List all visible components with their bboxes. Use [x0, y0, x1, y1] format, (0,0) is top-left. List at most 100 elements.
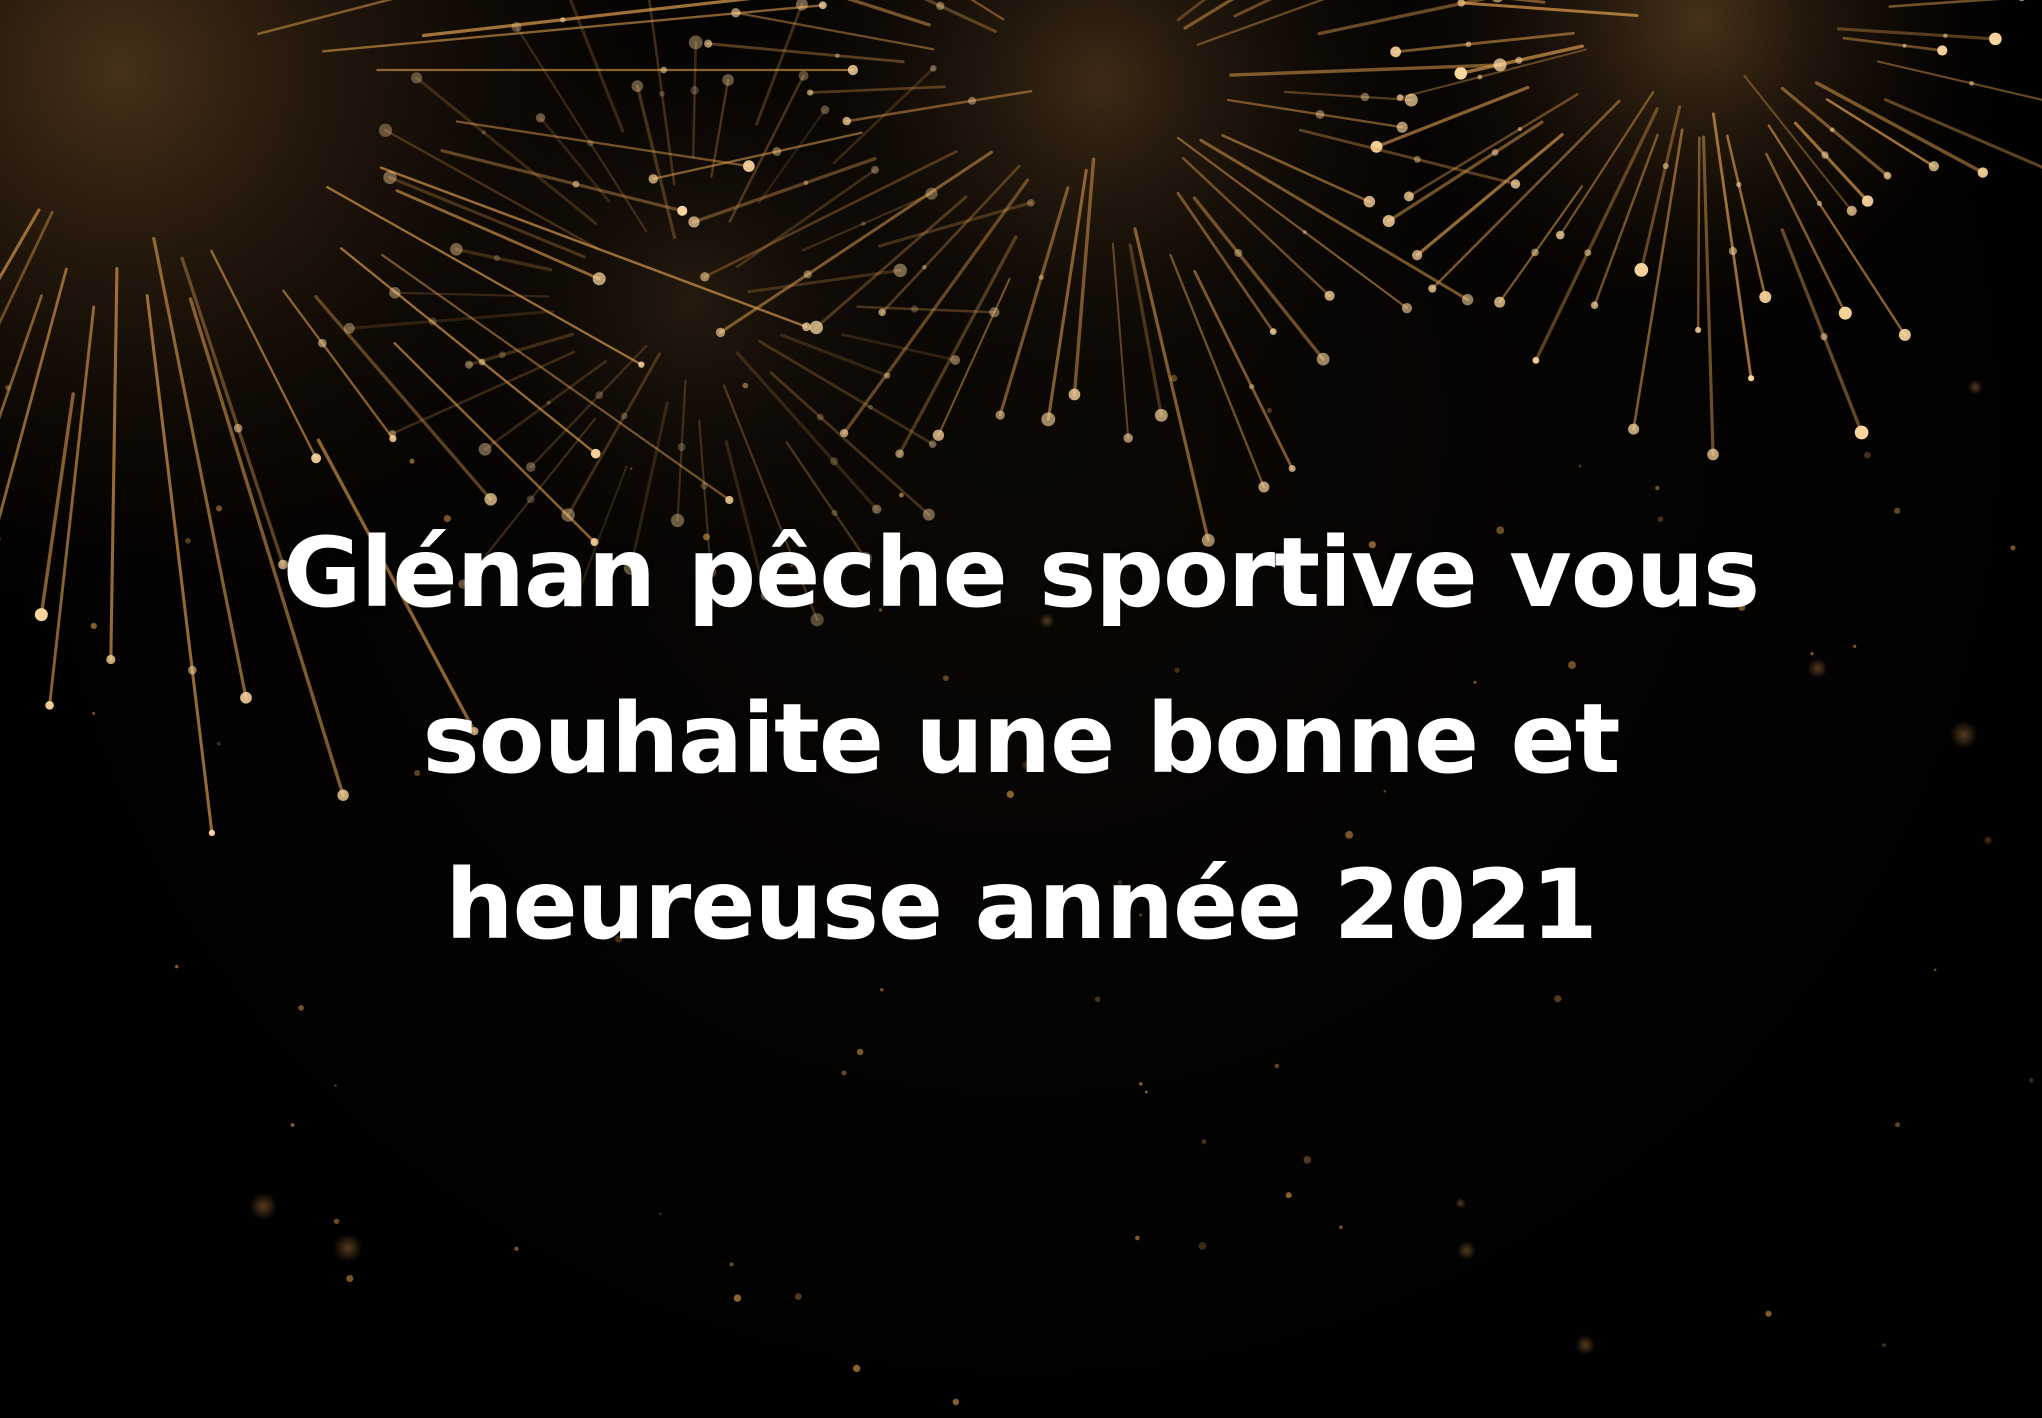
spark-head	[1628, 423, 1640, 435]
spark-dot	[868, 404, 873, 410]
spark-dot	[481, 130, 486, 135]
spark-head	[1396, 121, 1408, 133]
bokeh-dot	[1274, 1063, 1280, 1069]
spark-head	[383, 170, 397, 185]
bokeh-dot	[1139, 1082, 1143, 1086]
spark-dot	[1820, 333, 1828, 341]
spark-head	[631, 80, 644, 92]
bokeh-dot	[346, 1275, 354, 1283]
spark-dot	[1662, 162, 1669, 170]
spark-dot	[1515, 56, 1523, 64]
spark-head	[1989, 32, 2002, 46]
spark-dot	[1465, 41, 1472, 48]
bokeh-dot	[1094, 996, 1101, 1003]
spark-dot	[1584, 249, 1592, 257]
spark-head	[1493, 58, 1507, 72]
spark-dot	[572, 180, 580, 188]
spark-dot	[595, 391, 604, 400]
spark-dot	[830, 457, 839, 466]
bokeh-dot	[1266, 407, 1272, 414]
spark-head	[1454, 66, 1468, 80]
spark-head	[592, 272, 606, 286]
spark-head	[1390, 46, 1402, 58]
bokeh-dot	[1864, 451, 1871, 459]
spark-dot	[546, 400, 551, 405]
spark-head	[525, 462, 536, 472]
greeting-card: Glénan pêche sportive vous souhaite une …	[0, 0, 2042, 1418]
spark-head	[798, 70, 809, 81]
spark-dot	[1728, 246, 1738, 256]
spark-head	[1846, 205, 1857, 216]
spark-head	[1154, 408, 1168, 422]
spark-dot	[499, 351, 506, 359]
spark-head	[688, 35, 703, 50]
spark-dot	[1517, 127, 1523, 132]
spark-head	[388, 429, 397, 438]
spark-dot	[1248, 383, 1255, 390]
spark-head	[930, 65, 937, 72]
spark-dot	[1531, 248, 1539, 257]
burst-glow	[420, 30, 960, 570]
spark-head	[893, 263, 908, 278]
bokeh-dot	[1895, 1122, 1901, 1128]
spark-head	[807, 89, 814, 96]
spark-dot	[660, 66, 668, 74]
spark-head	[1404, 93, 1418, 107]
spark-head	[590, 448, 601, 459]
spark-head	[925, 187, 938, 200]
spark-dot	[816, 413, 824, 421]
spark-dot	[1360, 92, 1370, 102]
spark-head	[820, 105, 830, 115]
bokeh-dot	[733, 1294, 742, 1302]
spark-head	[464, 360, 474, 369]
spark-head	[1123, 433, 1133, 443]
bokeh-dot	[1554, 995, 1562, 1003]
spark-head	[1590, 301, 1599, 309]
greeting-text: Glénan pêche sportive vous souhaite une …	[0, 490, 2042, 988]
bokeh-dot	[514, 1246, 519, 1251]
spark-head	[1510, 179, 1521, 189]
bokeh-dot	[1303, 1156, 1312, 1164]
spark-head	[478, 442, 492, 456]
spark-head	[1363, 195, 1376, 208]
spark-head	[638, 361, 645, 368]
spark-dot	[1491, 148, 1499, 156]
spark-head	[1898, 328, 1911, 341]
bokeh-dot	[290, 1122, 295, 1127]
spark-head	[928, 440, 937, 449]
spark-head	[1461, 294, 1474, 306]
spark-dot	[835, 53, 840, 58]
spark-dot	[493, 255, 500, 262]
bokeh-dot	[1457, 1241, 1476, 1260]
spark-dot	[677, 443, 686, 452]
greeting-line-2: souhaite une bonne et	[422, 683, 1621, 795]
spark-head	[1532, 356, 1540, 364]
spark-head	[688, 216, 700, 228]
spark-head	[343, 322, 355, 334]
spark-dot	[922, 264, 927, 270]
bokeh-dot	[333, 1218, 340, 1225]
bokeh-dot	[298, 1005, 305, 1011]
bokeh-dot	[1170, 374, 1178, 382]
spark-head	[1555, 230, 1565, 240]
spark-dot	[428, 317, 437, 326]
spark-head	[378, 123, 393, 137]
bokeh-dot	[880, 988, 884, 992]
bokeh-dot	[1198, 1242, 1207, 1250]
spark-head	[1634, 263, 1649, 277]
bokeh-dot	[659, 1212, 662, 1216]
greeting-line-1: Glénan pêche sportive vous	[282, 517, 1760, 629]
spark-head	[1288, 464, 1296, 473]
spark-head	[1883, 171, 1892, 180]
bokeh-dot	[729, 1262, 734, 1267]
spark-head	[1707, 448, 1719, 461]
spark-dot	[1302, 230, 1307, 235]
bokeh-dot	[795, 1293, 802, 1300]
spark-dot	[659, 90, 665, 97]
spark-head	[871, 165, 880, 174]
spark-head	[743, 160, 755, 172]
spark-head	[722, 74, 734, 86]
spark-head	[535, 113, 546, 123]
spark-head	[411, 72, 423, 84]
bokeh-dot	[1575, 1335, 1596, 1355]
